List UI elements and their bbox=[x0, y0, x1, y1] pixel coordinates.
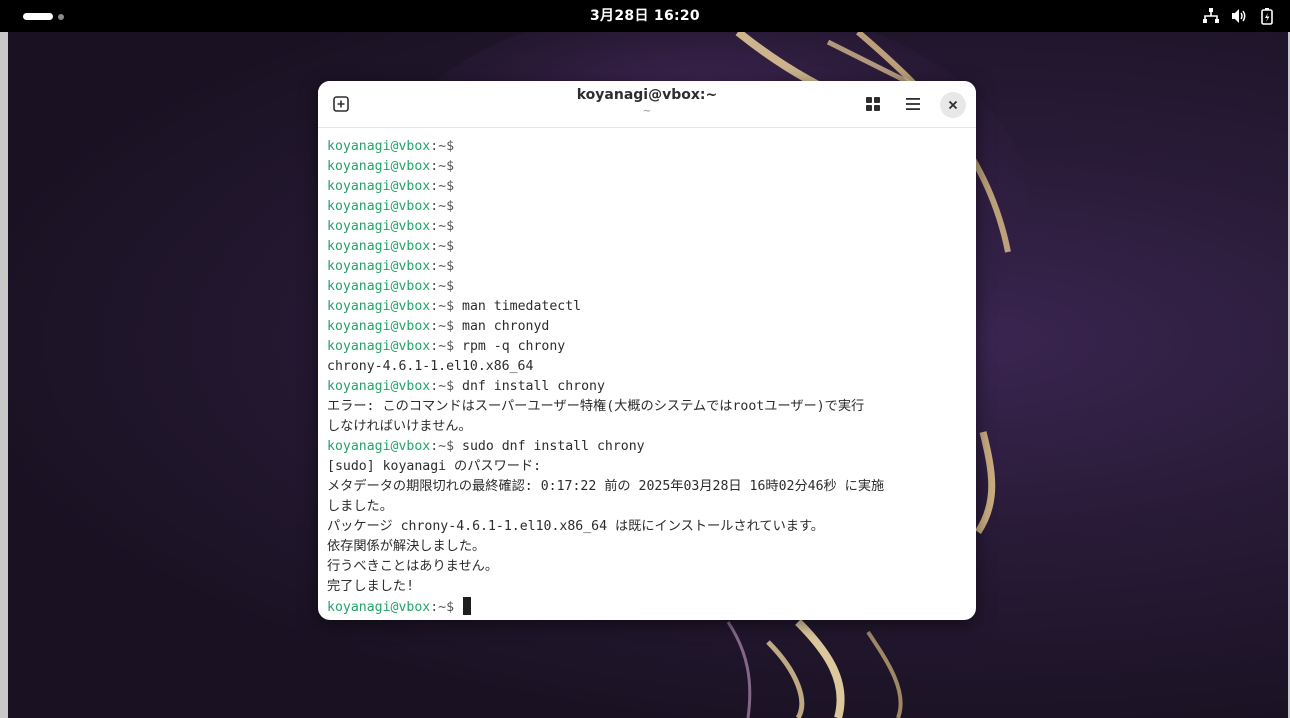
output-line: エラー: このコマンドはスーパーユーザー特権(大概のシステムではrootユーザー… bbox=[327, 399, 865, 414]
terminal-line: koyanagi@vbox:~$ man chronyd bbox=[327, 317, 971, 337]
terminal-line: koyanagi@vbox:~$ rpm -q chrony bbox=[327, 337, 971, 357]
prompt-path: :~ bbox=[430, 339, 447, 354]
output-line: [sudo] koyanagi のパスワード: bbox=[327, 459, 542, 474]
prompt-symbol: $ bbox=[446, 299, 462, 314]
text-cursor bbox=[463, 597, 471, 615]
terminal-line: koyanagi@vbox:~$ bbox=[327, 197, 971, 217]
prompt-path: :~ bbox=[430, 259, 447, 274]
prompt-user-host: koyanagi@vbox bbox=[327, 259, 431, 274]
prompt-symbol: $ bbox=[446, 439, 462, 454]
prompt-path: :~ bbox=[430, 179, 447, 194]
terminal-line: koyanagi@vbox:~$ dnf install chrony bbox=[327, 377, 971, 397]
prompt-symbol: $ bbox=[446, 179, 462, 194]
terminal-line: koyanagi@vbox:~$ bbox=[327, 217, 971, 237]
prompt-path: :~ bbox=[430, 379, 447, 394]
terminal-line: koyanagi@vbox:~$ bbox=[327, 157, 971, 177]
prompt-path: :~ bbox=[430, 199, 447, 214]
prompt-user-host: koyanagi@vbox bbox=[327, 199, 431, 214]
top-bar: 3月28日 16:20 bbox=[0, 0, 1290, 32]
output-line: 完了しました! bbox=[327, 579, 415, 594]
terminal-line: koyanagi@vbox:~$ bbox=[327, 137, 971, 157]
grid-icon bbox=[866, 97, 880, 111]
prompt-user-host: koyanagi@vbox bbox=[327, 319, 431, 334]
volume-icon[interactable] bbox=[1230, 7, 1248, 25]
terminal-line: koyanagi@vbox:~$ sudo dnf install chrony bbox=[327, 437, 971, 457]
command-text: sudo dnf install chrony bbox=[462, 439, 645, 454]
prompt-symbol: $ bbox=[446, 139, 462, 154]
prompt-user-host: koyanagi@vbox bbox=[327, 159, 431, 174]
terminal-window[interactable]: koyanagi@vbox:~ ~ koyanagi@vbox:~$ koyan… bbox=[318, 81, 976, 620]
prompt-path: :~ bbox=[430, 159, 447, 174]
output-line: 行うべきことはありません。 bbox=[327, 559, 499, 574]
prompt-user-host: koyanagi@vbox bbox=[327, 339, 431, 354]
prompt-path: :~ bbox=[430, 219, 447, 234]
prompt-user-host: koyanagi@vbox bbox=[327, 439, 431, 454]
prompt-path: :~ bbox=[430, 439, 447, 454]
output-line: 依存関係が解決しました。 bbox=[327, 539, 486, 554]
terminal-line: koyanagi@vbox:~$ man timedatectl bbox=[327, 297, 971, 317]
output-line: しました。 bbox=[327, 499, 393, 514]
close-button[interactable] bbox=[940, 92, 966, 118]
terminal-line: koyanagi@vbox:~$ bbox=[327, 237, 971, 257]
prompt-user-host: koyanagi@vbox bbox=[327, 179, 431, 194]
prompt-symbol: $ bbox=[446, 159, 462, 174]
prompt-path: :~ bbox=[430, 279, 447, 294]
prompt-path: :~ bbox=[430, 299, 447, 314]
close-icon bbox=[948, 100, 958, 110]
prompt-symbol: $ bbox=[446, 379, 462, 394]
system-tray[interactable] bbox=[1202, 7, 1276, 25]
output-line: chrony-4.6.1-1.el10.x86_64 bbox=[327, 359, 534, 374]
prompt-user-host: koyanagi@vbox bbox=[327, 279, 431, 294]
prompt-user-host: koyanagi@vbox bbox=[327, 379, 431, 394]
prompt-user-host: koyanagi@vbox bbox=[327, 600, 431, 615]
prompt-symbol: $ bbox=[446, 259, 462, 274]
terminal-line: koyanagi@vbox:~$ bbox=[327, 597, 971, 617]
prompt-user-host: koyanagi@vbox bbox=[327, 139, 431, 154]
terminal-output[interactable]: koyanagi@vbox:~$ koyanagi@vbox:~$ koyana… bbox=[327, 137, 971, 617]
terminal-titlebar[interactable]: koyanagi@vbox:~ ~ bbox=[318, 81, 976, 128]
prompt-path: :~ bbox=[430, 139, 447, 154]
prompt-path: :~ bbox=[430, 319, 447, 334]
command-text: man chronyd bbox=[462, 319, 550, 334]
network-icon[interactable] bbox=[1202, 7, 1220, 25]
terminal-line: koyanagi@vbox:~$ bbox=[327, 257, 971, 277]
terminal-line: koyanagi@vbox:~$ bbox=[327, 277, 971, 297]
command-text: rpm -q chrony bbox=[462, 339, 566, 354]
output-line: メタデータの期限切れの最終確認: 0:17:22 前の 2025年03月28日 … bbox=[327, 479, 885, 494]
command-text: man timedatectl bbox=[462, 299, 582, 314]
output-line: パッケージ chrony-4.6.1-1.el10.x86_64 は既にインスト… bbox=[327, 519, 824, 534]
prompt-symbol: $ bbox=[446, 279, 462, 294]
prompt-user-host: koyanagi@vbox bbox=[327, 299, 431, 314]
battery-icon[interactable] bbox=[1258, 7, 1276, 25]
tab-overview-button[interactable] bbox=[860, 91, 886, 117]
terminal-line: koyanagi@vbox:~$ bbox=[327, 177, 971, 197]
command-text: dnf install chrony bbox=[462, 379, 605, 394]
prompt-symbol: $ bbox=[446, 239, 462, 254]
prompt-path: :~ bbox=[430, 600, 447, 615]
screen-edge-left bbox=[0, 32, 8, 718]
prompt-symbol: $ bbox=[446, 199, 462, 214]
prompt-symbol: $ bbox=[446, 319, 462, 334]
output-line: しなければいけません。 bbox=[327, 419, 472, 434]
hamburger-menu-icon bbox=[906, 98, 920, 110]
prompt-user-host: koyanagi@vbox bbox=[327, 219, 431, 234]
clock[interactable]: 3月28日 16:20 bbox=[0, 0, 1290, 32]
prompt-path: :~ bbox=[430, 239, 447, 254]
prompt-symbol: $ bbox=[446, 600, 462, 615]
main-menu-button[interactable] bbox=[900, 91, 926, 117]
prompt-symbol: $ bbox=[446, 219, 462, 234]
prompt-symbol: $ bbox=[446, 339, 462, 354]
prompt-user-host: koyanagi@vbox bbox=[327, 239, 431, 254]
screen: 3月28日 16:20 koyanagi@vbox:~ ~ koyanagi@v… bbox=[0, 0, 1290, 718]
